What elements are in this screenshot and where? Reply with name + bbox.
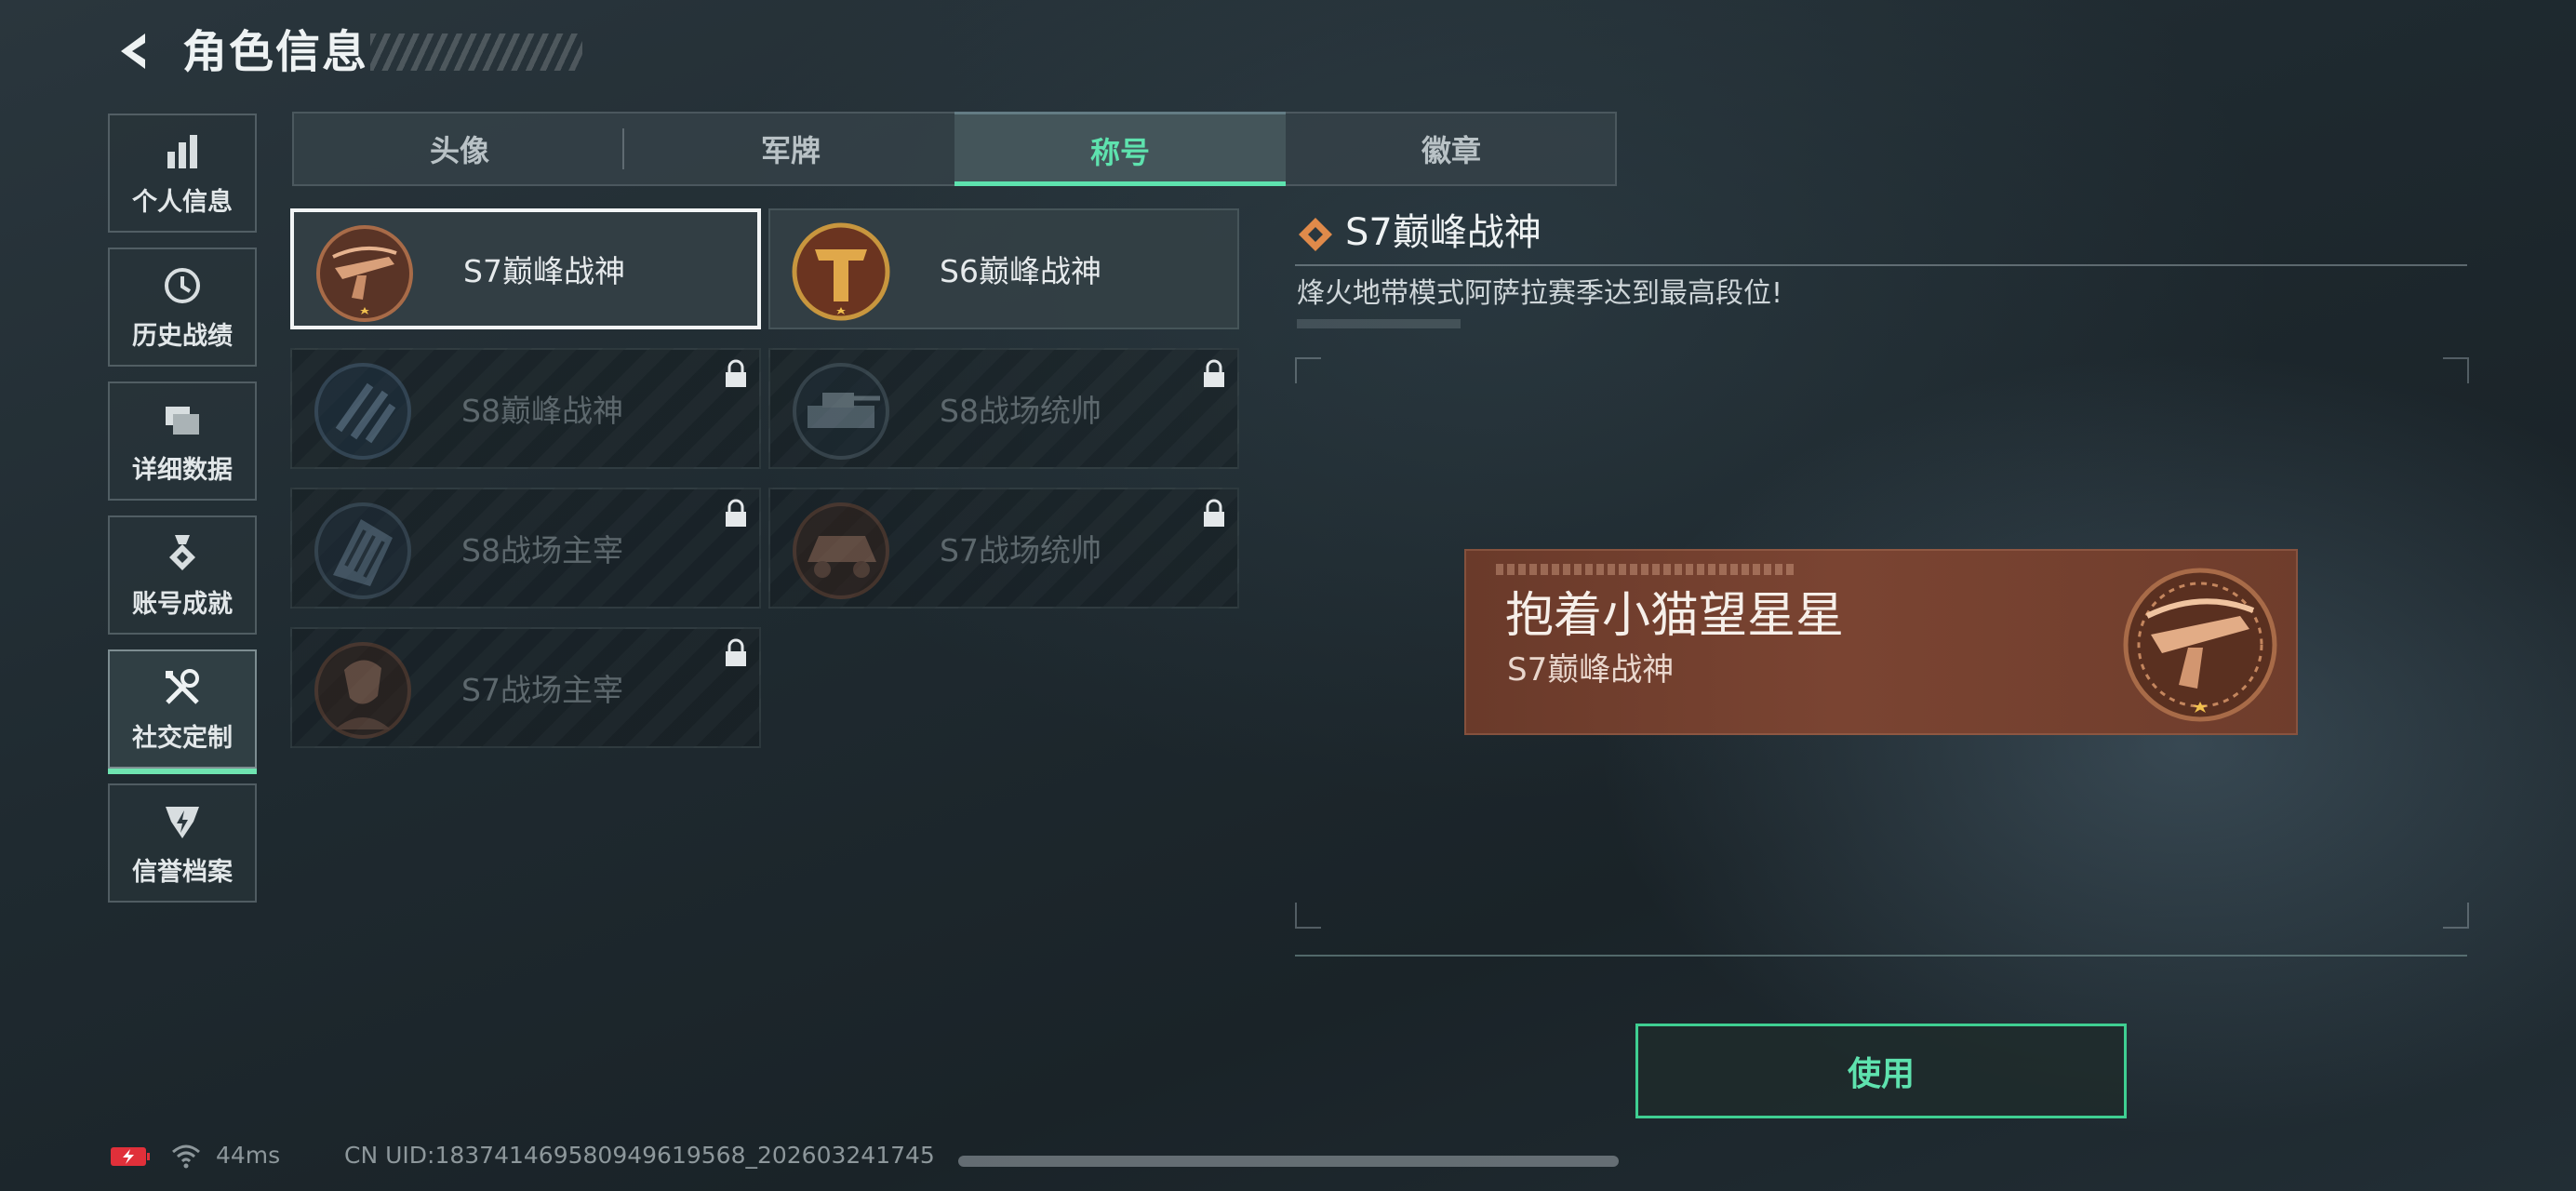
gold-t-emblem-icon <box>792 222 890 321</box>
title-card[interactable]: S6巅峰战神 <box>768 208 1239 329</box>
title-card-name: S7战场统帅 <box>940 532 1101 569</box>
title-card-name: S6巅峰战神 <box>940 253 1101 289</box>
divider <box>1295 955 2467 957</box>
sidebar-item-reputation[interactable]: 信誉档案 <box>108 783 257 903</box>
title-card[interactable]: S7战场主宰 <box>290 627 761 748</box>
diamond-icon <box>1299 218 1332 251</box>
uid-text: CN UID:18374146958094961956​8_2026032417… <box>344 1142 935 1169</box>
title-card[interactable]: S7巅峰战神 <box>290 208 761 329</box>
title-card-name: S8战场主宰 <box>461 532 623 569</box>
tab-title[interactable]: 称号 <box>954 112 1286 186</box>
crossbow-emblem-icon <box>316 225 413 322</box>
title-card[interactable]: S8战场统帅 <box>768 348 1239 469</box>
lock-icon <box>1204 499 1224 527</box>
lock-icon <box>1204 359 1224 387</box>
title-card-name: S8战场统帅 <box>940 393 1101 429</box>
detail-title: S7巅峰战神 <box>1345 211 1542 254</box>
ping-readout: 44ms <box>216 1142 281 1169</box>
title-card-name: S8巅峰战神 <box>461 393 623 429</box>
claw-emblem-icon <box>314 363 411 460</box>
title-card[interactable]: S8战场主宰 <box>290 488 761 609</box>
tab-dogtag[interactable]: 军牌 <box>625 112 956 186</box>
sidebar-item-detailed-data[interactable]: 详细数据 <box>108 381 257 501</box>
history-clock-icon <box>165 268 200 303</box>
sidebar-item-label: 账号成就 <box>132 590 233 619</box>
title-card[interactable]: S8巅峰战神 <box>290 348 761 469</box>
banner-decoration <box>1496 564 1794 575</box>
sidebar-item-personal-info[interactable]: 个人信息 <box>108 114 257 233</box>
building-emblem-icon <box>314 502 411 599</box>
active-indicator <box>108 769 257 774</box>
folders-icon <box>166 407 199 435</box>
shield-badge-icon <box>166 807 199 838</box>
sidebar-item-social-custom[interactable]: 社交定制 <box>108 649 257 774</box>
tab-separator <box>622 128 624 169</box>
wifi-icon <box>172 1144 200 1169</box>
medal-icon <box>169 535 195 570</box>
sidebar-item-label: 个人信息 <box>132 188 233 217</box>
divider <box>1295 264 2467 266</box>
sidebar-item-label: 历史战绩 <box>132 322 233 351</box>
sidebar-item-label: 信誉档案 <box>132 858 233 887</box>
page-title: 角色信息 <box>182 26 369 78</box>
soldier-emblem-icon <box>314 642 411 739</box>
frame-corner <box>2443 357 2469 383</box>
scrollbar[interactable] <box>958 1156 1619 1167</box>
preview-player-name: 抱着小猫望星星 <box>1505 588 1845 644</box>
battery-low-icon <box>111 1147 150 1166</box>
sidebar-item-label: 详细数据 <box>132 456 233 485</box>
detail-description: 烽火地带模式阿萨拉赛季达到最高段位! <box>1297 277 1783 310</box>
title-card[interactable]: S7战场统帅 <box>768 488 1239 609</box>
frame-corner <box>1295 357 1321 383</box>
lock-icon <box>726 638 746 666</box>
title-card-name: S7战场主宰 <box>461 672 623 708</box>
tank-emblem-icon <box>793 363 889 460</box>
crossbow-emblem-icon <box>2123 568 2277 722</box>
tab-badge[interactable]: 徽章 <box>1286 112 1617 186</box>
title-preview-banner: 抱着小猫望星星 S7巅峰战神 <box>1464 549 2298 735</box>
bar-chart-icon <box>167 135 197 168</box>
tools-icon <box>166 669 199 704</box>
preview-title: S7巅峰战神 <box>1507 651 1675 689</box>
active-tab-indicator <box>954 181 1286 186</box>
tab-label: 称号 <box>1089 134 1150 170</box>
lock-icon <box>726 359 746 387</box>
armored-car-emblem-icon <box>793 502 889 599</box>
frame-corner <box>2443 903 2469 929</box>
title-decoration <box>370 33 582 71</box>
back-arrow-icon[interactable] <box>110 28 156 74</box>
sidebar-item-achievements[interactable]: 账号成就 <box>108 515 257 635</box>
lock-icon <box>726 499 746 527</box>
frame-corner <box>1295 903 1321 929</box>
sidebar-item-history[interactable]: 历史战绩 <box>108 248 257 367</box>
tab-avatar[interactable]: 头像 <box>294 112 625 186</box>
detail-decoration <box>1297 319 1461 328</box>
sidebar-item-label: 社交定制 <box>132 724 233 753</box>
use-button[interactable]: 使用 <box>1635 1024 2127 1118</box>
title-card-name: S7巅峰战神 <box>463 253 625 289</box>
